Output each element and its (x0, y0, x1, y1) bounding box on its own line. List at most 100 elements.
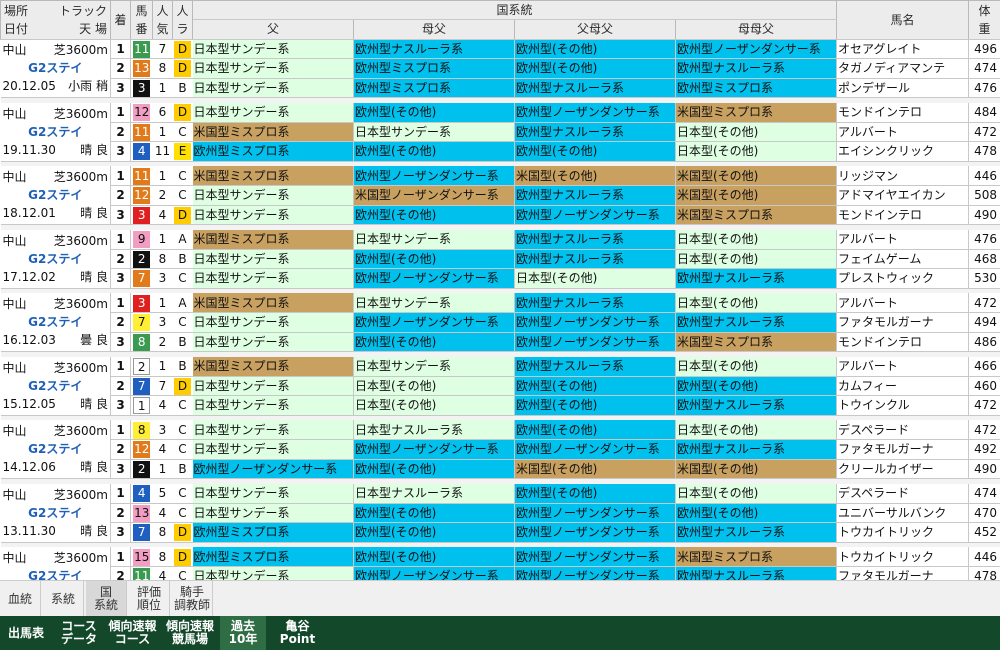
horse-name[interactable]: デスペラード (836, 483, 970, 504)
table-row: 3 7 8 D 欧州型ミスプロ系 欧州型(その他) 欧州型ノーザンダンサー系 欧州型ナスルーラ… (1, 522, 1000, 543)
horse-number-badge: 13 (133, 60, 151, 78)
horse-number-badge: 1 (133, 397, 151, 415)
table-row: 3 3 4 D 日本型サンデー系 欧州型(その他) 欧州型ノーザンダンサー系 米国型ミスプロ系… (1, 205, 1000, 225)
dam-sire-line: 欧州型(その他) (353, 547, 515, 567)
sire-dam-sire-line: 欧州型ナスルーラ系 (514, 249, 676, 269)
nav-item[interactable]: 傾向速報 競馬場 (162, 616, 218, 650)
horse-name[interactable]: モンドインテロ (836, 332, 970, 352)
race-place-line: 中山 芝3600m (3, 168, 109, 186)
table-row: 2 13 8 D 日本型サンデー系 欧州型ミスプロ系 欧州型(その他) 欧州型ナスルーラ系 タガ… (1, 58, 1000, 79)
nav-item[interactable]: 傾向速報 コース (105, 616, 160, 650)
horse-name[interactable]: ポンデザール (836, 78, 970, 98)
horse-name[interactable]: アルバート (836, 122, 970, 142)
sire-line: 米国型ミスプロ系 (192, 122, 354, 142)
rating-mark-cell: D (172, 522, 193, 543)
horse-number-cell: 9 (130, 229, 153, 250)
horse-name[interactable]: タガノディアマンテ (836, 58, 970, 79)
horse-name[interactable]: エイシンクリック (836, 141, 970, 162)
sire-line: 米国型ミスプロ系 (192, 293, 354, 313)
horse-name[interactable]: モンドインテロ (836, 102, 970, 123)
race-place-line: 中山 芝3600m (3, 41, 109, 59)
popularity: 4 (152, 395, 173, 416)
sire-line: 米国型ミスプロ系 (192, 166, 354, 186)
horse-name[interactable]: プレストウィック (836, 268, 970, 289)
horse-name[interactable]: リッジマン (836, 166, 970, 186)
horse-name[interactable]: フェイムゲーム (836, 249, 970, 269)
dam-dam-sire-line: 欧州型ナスルーラ系 (675, 395, 838, 416)
horse-weight: 472 (968, 122, 1000, 142)
finish-rank: 3 (110, 78, 131, 98)
horse-number-badge: 3 (133, 206, 151, 224)
finish-rank: 1 (110, 547, 131, 567)
results-body: 中山 芝3600m G2ステイ 20.12.05 小雨 稍 1 11 7 D 日本型サンデー系 欧州… (0, 39, 1000, 606)
horse-number-badge: 12 (133, 104, 151, 121)
horse-weight: 490 (968, 205, 1000, 225)
horse-name[interactable]: カムフィー (836, 376, 970, 396)
horse-name[interactable]: アルバート (836, 229, 970, 250)
horse-name[interactable]: トウカイトリック (836, 522, 970, 543)
nav-item[interactable]: 亀谷 Point (270, 616, 325, 650)
dam-dam-sire-line: 米国型ミスプロ系 (675, 205, 838, 225)
race-course: 芝3600m (53, 487, 108, 502)
table-row: 2 7 3 C 日本型サンデー系 欧州型ノーザンダンサー系 欧州型ノーザンダンサー系 欧州型ナ… (1, 312, 1000, 333)
horse-number-cell: 4 (130, 141, 153, 162)
header-kokukeitou: 国系統 (191, 0, 838, 20)
sire-line: 日本型サンデー系 (192, 78, 354, 98)
rating-mark-cell: E (172, 141, 193, 162)
view-tab[interactable]: 系統 (43, 581, 84, 617)
sire-line: 欧州型ミスプロ系 (192, 547, 354, 567)
dam-sire-line: 日本型ナスルーラ系 (353, 483, 515, 504)
horse-number-badge: 11 (133, 40, 151, 58)
finish-rank: 3 (110, 332, 131, 352)
sire-dam-sire-line: 欧州型ナスルーラ系 (514, 122, 676, 142)
dam-sire-line: 日本型(その他) (353, 376, 515, 396)
dam-sire-line: 日本型(その他) (353, 395, 515, 416)
horse-name[interactable]: ファタモルガーナ (836, 439, 970, 460)
race-grade: G2ステイ (28, 442, 83, 456)
sire-dam-sire-line: 欧州型ナスルーラ系 (514, 293, 676, 313)
horse-name[interactable]: トウカイトリック (836, 547, 970, 567)
dam-sire-line: 日本型ナスルーラ系 (353, 420, 515, 440)
dam-dam-sire-line: 日本型(その他) (675, 122, 838, 142)
horse-name[interactable]: アルバート (836, 293, 970, 313)
horse-number-badge: 13 (133, 504, 151, 522)
rating-mark-cell: A (172, 229, 193, 250)
nav-item[interactable]: 出馬表 (0, 616, 52, 650)
horse-name[interactable]: アドマイヤエイカン (836, 185, 970, 206)
horse-name[interactable]: ファタモルガーナ (836, 312, 970, 333)
horse-number-badge: 11 (133, 167, 151, 185)
race-date: 13.11.30 (2, 523, 56, 538)
rating-mark-cell: D (172, 547, 193, 567)
nav-item[interactable]: 過去 10年 (220, 616, 266, 650)
finish-rank: 3 (110, 459, 131, 479)
rating-mark: B (178, 461, 187, 476)
horse-name[interactable]: デスペラード (836, 420, 970, 440)
horse-name[interactable]: クリールカイザー (836, 459, 970, 479)
view-tab[interactable]: 騎手 調教師 (172, 581, 213, 617)
view-tab[interactable]: 評価 順位 (129, 581, 170, 617)
page-root: 場所 トラック 日付天 場 着 馬 番 人 気 人 ラ 国系統 馬名 体 重 父 … (0, 0, 1000, 650)
dam-sire-line: 欧州型(その他) (353, 332, 515, 352)
horse-name[interactable]: オセアグレイト (836, 39, 970, 59)
race-condition: 晴 良 (80, 523, 108, 538)
race-condition: 晴 良 (80, 206, 108, 220)
sire-line: 米国型ミスプロ系 (192, 229, 354, 250)
horse-name[interactable]: アルバート (836, 356, 970, 377)
dam-sire-line: 欧州型(その他) (353, 249, 515, 269)
race-date: 20.12.05 (2, 79, 56, 94)
popularity: 4 (152, 439, 173, 460)
horse-number-cell: 11 (130, 39, 153, 59)
dam-dam-sire-line: 欧州型ナスルーラ系 (675, 439, 838, 460)
horse-name[interactable]: モンドインテロ (836, 205, 970, 225)
horse-name[interactable]: トウインクル (836, 395, 970, 416)
nav-item[interactable]: コース データ (55, 616, 103, 650)
rating-mark: D (174, 548, 191, 566)
view-tab[interactable]: 血統 (0, 581, 41, 617)
rating-mark-cell: B (172, 78, 193, 98)
view-tab[interactable]: 国 系統 (86, 581, 127, 617)
popularity: 3 (152, 268, 173, 289)
rating-mark: D (174, 524, 191, 542)
horse-name[interactable]: ユニバーサルバンク (836, 503, 970, 523)
sire-dam-sire-line: 欧州型(その他) (514, 395, 676, 416)
sire-line: 日本型サンデー系 (192, 420, 354, 440)
